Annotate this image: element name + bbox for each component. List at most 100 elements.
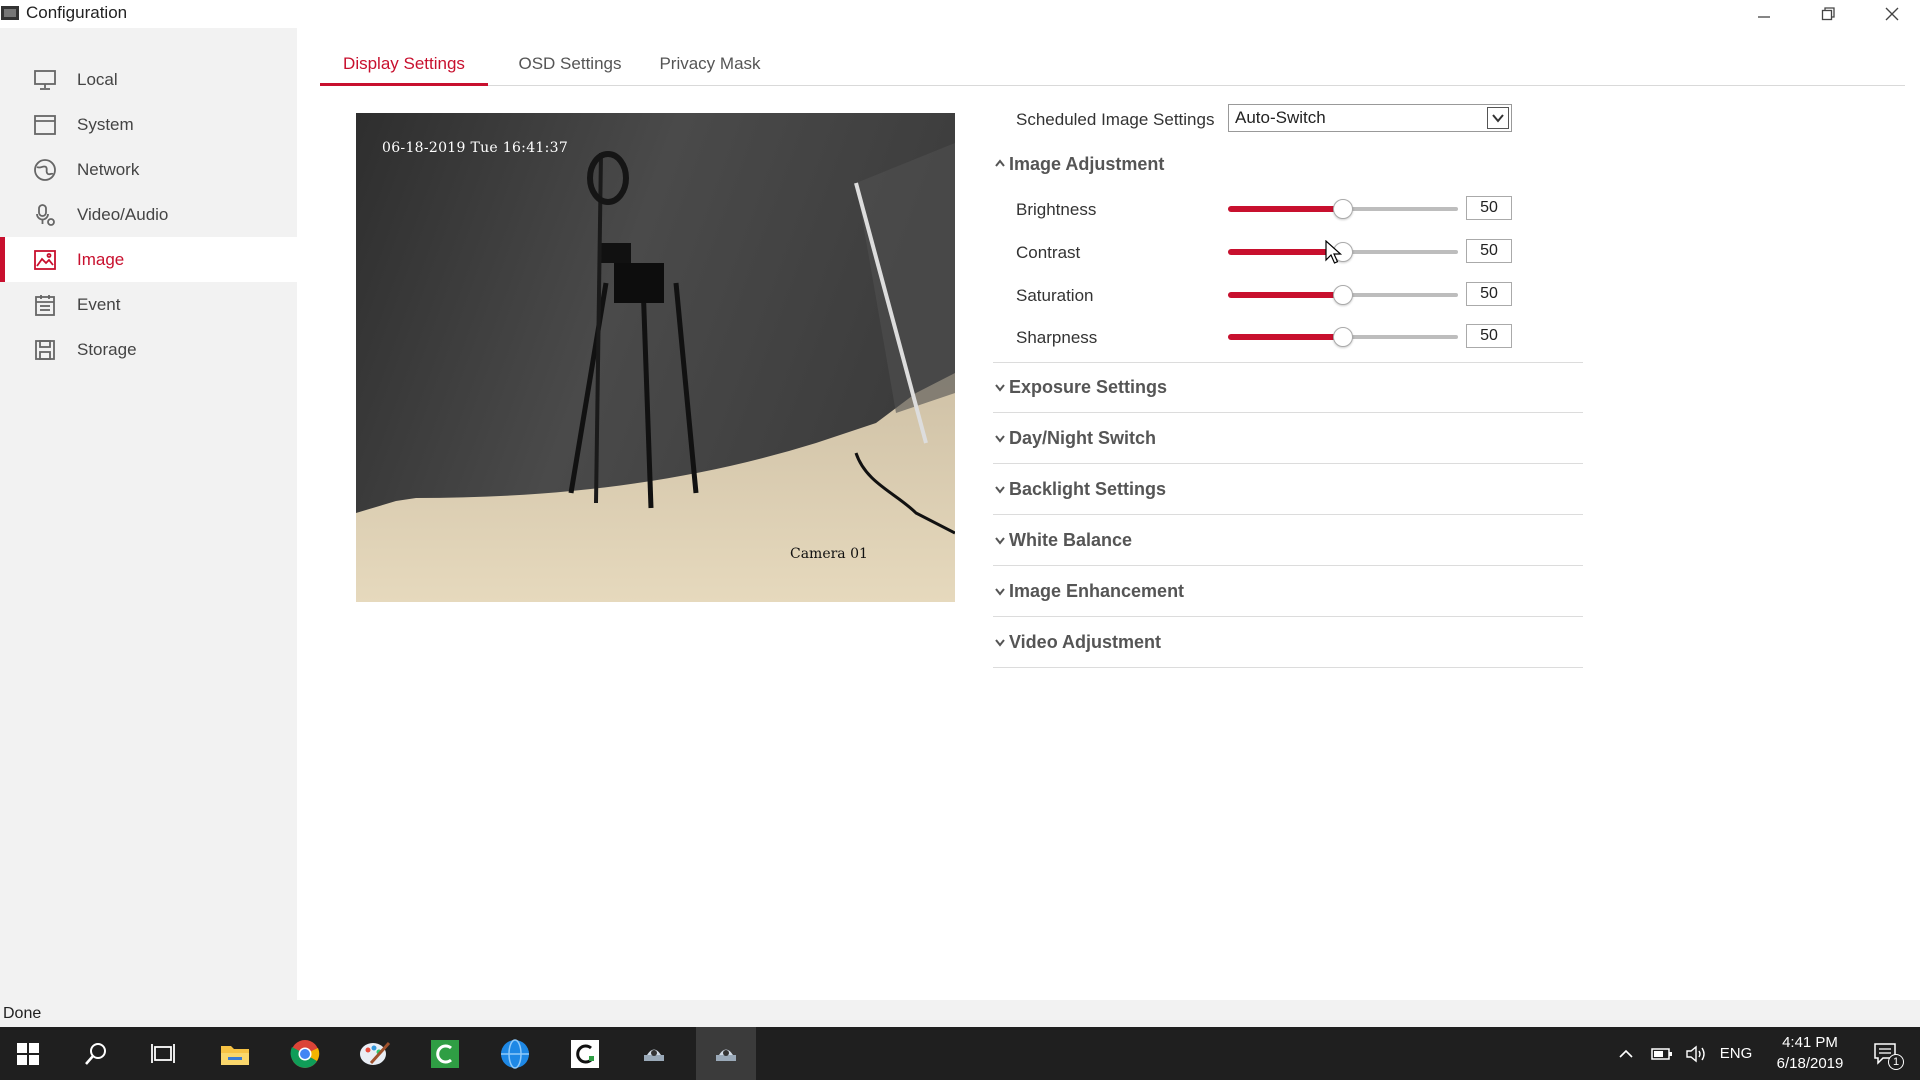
battery-button[interactable] xyxy=(1648,1027,1676,1080)
clock[interactable]: 4:41 PM 6/18/2019 xyxy=(1760,1032,1860,1074)
slider-thumb[interactable] xyxy=(1333,285,1353,305)
chevron-down-icon xyxy=(994,635,1006,647)
notifications-button[interactable]: 1 xyxy=(1866,1027,1906,1080)
blue-globe-app-button[interactable] xyxy=(487,1027,543,1080)
sidebar-item-local[interactable]: Local xyxy=(0,57,297,102)
minimize-icon xyxy=(1758,16,1770,18)
volume-icon xyxy=(1686,1045,1705,1062)
section-title: Day/Night Switch xyxy=(1009,428,1157,448)
start-button[interactable] xyxy=(0,1027,56,1080)
section-white-balance[interactable]: White Balance xyxy=(993,516,1583,566)
brightness-value[interactable]: 50 xyxy=(1466,196,1512,220)
globe-icon xyxy=(32,157,58,183)
status-bar: Done xyxy=(0,1000,1920,1027)
osd-camera-name: Camera 01 xyxy=(790,546,868,562)
calendar-icon xyxy=(32,292,58,318)
scheduled-image-settings-select[interactable]: Auto-Switch xyxy=(1228,104,1512,132)
volume-button[interactable] xyxy=(1682,1027,1710,1080)
sidebar-item-label: Storage xyxy=(77,339,137,359)
window-title: Configuration xyxy=(26,3,128,22)
chrome-icon xyxy=(290,1039,320,1068)
task-view-button[interactable] xyxy=(135,1027,191,1080)
tab-osd-settings[interactable]: OSD Settings xyxy=(500,48,640,86)
clock-time: 4:41 PM xyxy=(1782,1034,1838,1051)
contrast-slider[interactable] xyxy=(1228,242,1458,262)
chrome-button[interactable] xyxy=(277,1027,333,1080)
sidebar-item-event[interactable]: Event xyxy=(0,282,297,327)
section-title: Exposure Settings xyxy=(1009,377,1168,397)
notification-badge: 1 xyxy=(1888,1054,1904,1070)
chevron-down-icon[interactable] xyxy=(1487,107,1509,129)
tab-bar: Display Settings OSD Settings Privacy Ma… xyxy=(320,48,1905,86)
paint-app-button[interactable] xyxy=(347,1027,403,1080)
minimize-button[interactable] xyxy=(1734,0,1794,28)
saturation-slider[interactable] xyxy=(1228,285,1458,305)
camera-scene-image xyxy=(356,113,955,602)
slider-fill xyxy=(1228,292,1343,298)
chevron-up-icon xyxy=(1619,1049,1633,1058)
blue-globe-app-icon xyxy=(501,1038,529,1069)
sidebar-item-label: Local xyxy=(77,69,118,89)
sidebar-item-network[interactable]: Network xyxy=(0,147,297,192)
close-icon xyxy=(1885,7,1899,21)
section-day-night-switch[interactable]: Day/Night Switch xyxy=(993,414,1583,464)
camera-app-button-active[interactable] xyxy=(696,1027,756,1080)
language-indicator[interactable]: ENG xyxy=(1716,1027,1756,1080)
section-title: Video Adjustment xyxy=(1009,632,1162,652)
search-button[interactable] xyxy=(68,1027,124,1080)
sidebar: Local System Network Video/Audio Image E… xyxy=(0,28,297,1000)
brightness-label: Brightness xyxy=(1016,200,1097,219)
microphone-icon xyxy=(32,202,58,228)
sidebar-item-video-audio[interactable]: Video/Audio xyxy=(0,192,297,237)
monitor-icon xyxy=(32,67,58,93)
tab-privacy-mask[interactable]: Privacy Mask xyxy=(645,48,775,86)
sharpness-slider[interactable] xyxy=(1228,327,1458,347)
sidebar-item-label: Image xyxy=(77,249,125,269)
file-explorer-button[interactable] xyxy=(207,1027,263,1080)
section-image-adjustment[interactable]: Image Adjustment xyxy=(993,140,1583,190)
slider-fill xyxy=(1228,206,1343,212)
windows-start-icon xyxy=(17,1042,39,1065)
system-icon xyxy=(32,112,58,138)
sidebar-item-label: Event xyxy=(77,294,121,314)
restore-button[interactable] xyxy=(1798,0,1858,28)
scheduled-image-settings-label: Scheduled Image Settings xyxy=(1016,110,1215,129)
section-image-enhancement[interactable]: Image Enhancement xyxy=(993,567,1583,617)
black-c-app-button[interactable] xyxy=(557,1027,613,1080)
green-c-app-button[interactable] xyxy=(417,1027,473,1080)
close-button[interactable] xyxy=(1862,0,1920,28)
chevron-down-icon xyxy=(994,533,1006,545)
file-explorer-icon xyxy=(221,1045,249,1065)
section-video-adjustment[interactable]: Video Adjustment xyxy=(993,618,1583,668)
section-exposure-settings[interactable]: Exposure Settings xyxy=(993,363,1583,413)
slider-thumb[interactable] xyxy=(1333,327,1353,347)
storage-icon xyxy=(32,337,58,363)
saturation-value[interactable]: 50 xyxy=(1466,282,1512,306)
camera-app-button[interactable] xyxy=(626,1027,682,1080)
slider-fill xyxy=(1228,334,1343,340)
battery-icon xyxy=(1651,1047,1672,1060)
contrast-value[interactable]: 50 xyxy=(1466,239,1512,263)
chevron-down-icon xyxy=(994,584,1006,596)
show-hidden-icons-button[interactable] xyxy=(1612,1027,1640,1080)
section-title: Image Enhancement xyxy=(1009,581,1185,601)
sidebar-item-storage[interactable]: Storage xyxy=(0,327,297,372)
sidebar-item-image[interactable]: Image xyxy=(0,237,297,282)
sidebar-item-label: Network xyxy=(77,159,140,179)
section-title: Image Adjustment xyxy=(1009,154,1165,174)
image-icon xyxy=(32,247,58,273)
task-view-icon xyxy=(151,1043,175,1063)
section-backlight-settings[interactable]: Backlight Settings xyxy=(993,465,1583,515)
black-c-app-icon xyxy=(571,1039,599,1068)
sharpness-value[interactable]: 50 xyxy=(1466,324,1512,348)
tab-display-settings[interactable]: Display Settings xyxy=(320,48,488,86)
sidebar-item-system[interactable]: System xyxy=(0,102,297,147)
saturation-label: Saturation xyxy=(1016,286,1094,305)
section-title: White Balance xyxy=(1009,530,1133,550)
video-preview[interactable]: 06-18-2019 Tue 16:41:37 Camera 01 xyxy=(356,113,955,602)
brightness-slider[interactable] xyxy=(1228,199,1458,219)
section-title: Backlight Settings xyxy=(1009,479,1167,499)
slider-thumb[interactable] xyxy=(1333,199,1353,219)
app-icon xyxy=(1,6,19,20)
taskbar: ENG 4:41 PM 6/18/2019 1 xyxy=(0,1027,1920,1080)
